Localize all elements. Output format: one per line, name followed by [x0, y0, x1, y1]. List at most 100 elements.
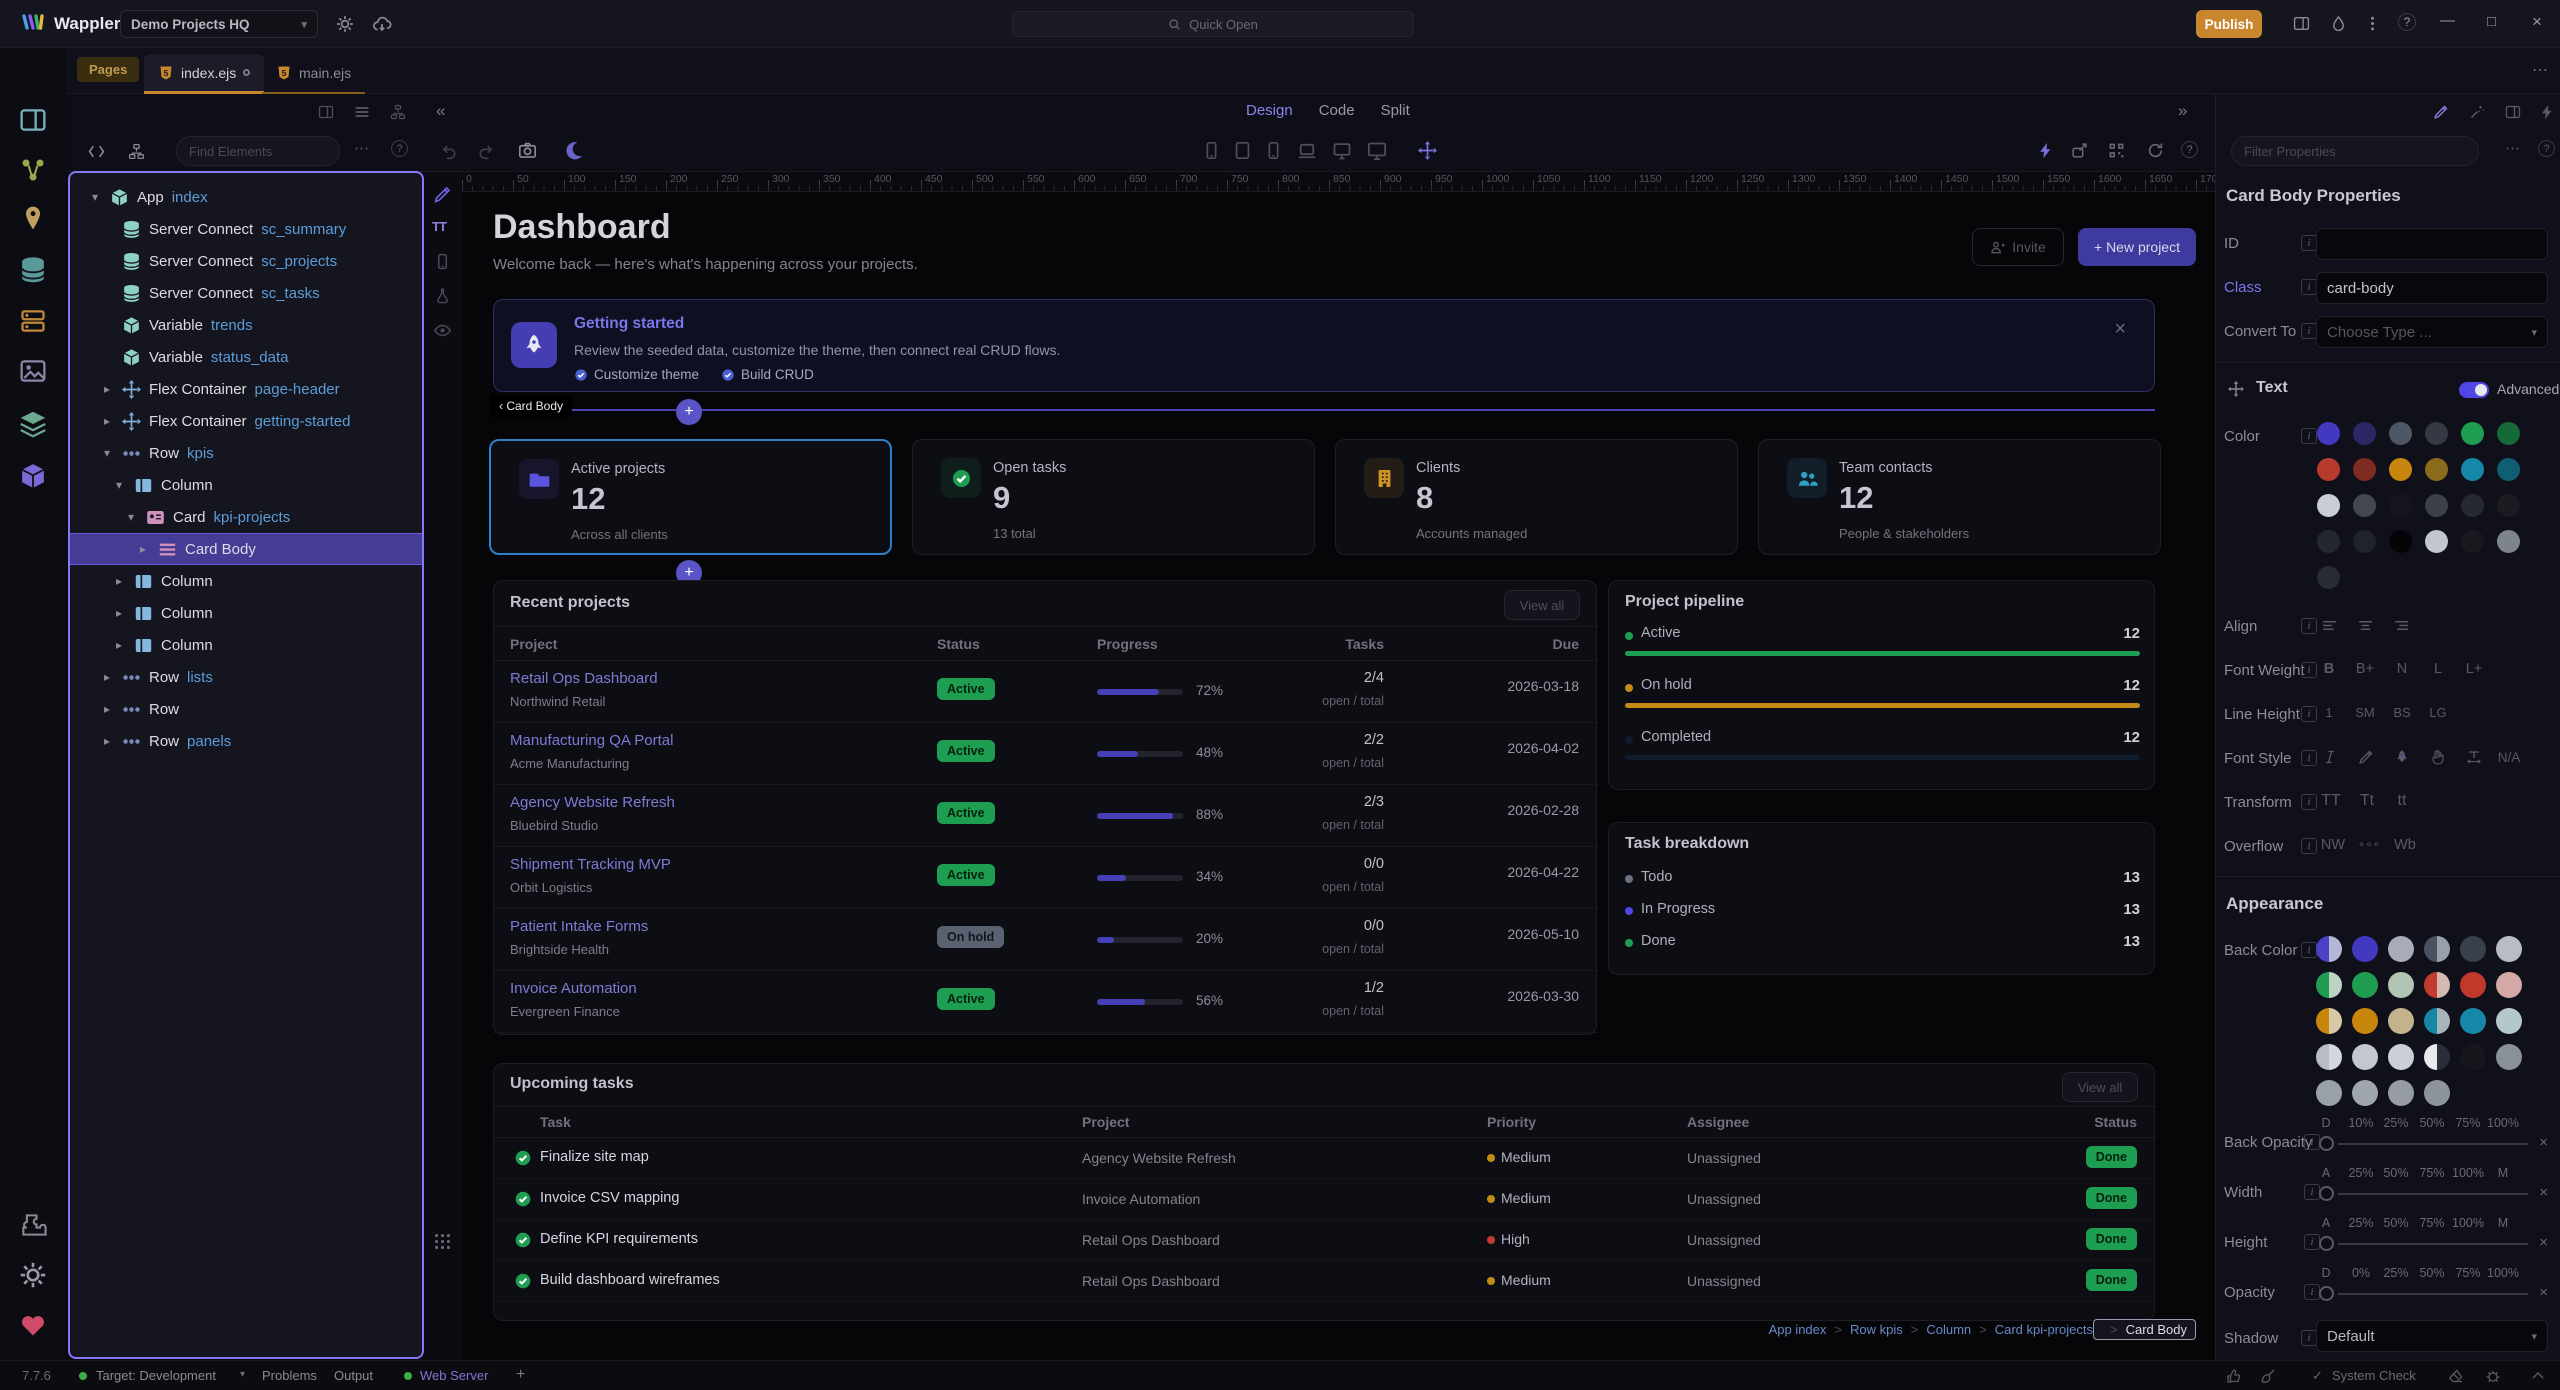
- project-name-link[interactable]: Shipment Tracking MVP: [510, 856, 671, 873]
- tree-expand-chevron-icon[interactable]: ▾: [112, 478, 126, 492]
- info-icon[interactable]: i: [2304, 1184, 2320, 1200]
- design-canvas[interactable]: Dashboard Welcome back — here's what's h…: [462, 192, 2215, 1360]
- kpi-card[interactable]: Open tasks 9 13 total: [912, 439, 1315, 555]
- tree-item[interactable]: ▸ Row lists: [70, 661, 422, 693]
- back-color-swatch[interactable]: [2388, 972, 2414, 998]
- hand-icon[interactable]: [2430, 749, 2446, 765]
- tree-item[interactable]: ▾ Column: [70, 469, 422, 501]
- panel-tab-list-icon[interactable]: [354, 104, 370, 120]
- pins-panel-icon[interactable]: [19, 204, 47, 232]
- back-color-swatch[interactable]: [2316, 936, 2342, 962]
- transform-capitalize[interactable]: Tt: [2360, 792, 2374, 810]
- structure-board-icon[interactable]: [128, 143, 145, 160]
- task-row[interactable]: Finalize site map Agency Website Refresh…: [494, 1138, 2156, 1179]
- color-swatch[interactable]: [2461, 458, 2484, 481]
- task-check-icon[interactable]: [514, 1272, 532, 1290]
- tree-item[interactable]: ▸ Row: [70, 693, 422, 725]
- project-row[interactable]: Manufacturing QA Portal Acme Manufacturi…: [494, 723, 1598, 785]
- app-connect-bolt-icon[interactable]: [2037, 142, 2054, 159]
- edit-mode-pencil-icon[interactable]: [2433, 104, 2449, 120]
- database-panel-icon[interactable]: [19, 256, 47, 284]
- height-slider[interactable]: [2319, 1236, 2334, 1251]
- settings-gear-icon[interactable]: [19, 1261, 47, 1289]
- advanced-toggle[interactable]: [2459, 382, 2489, 398]
- tree-item[interactable]: ▸ Column: [70, 597, 422, 629]
- color-swatch[interactable]: [2497, 458, 2520, 481]
- project-row[interactable]: Patient Intake Forms Brightside Health O…: [494, 909, 1598, 971]
- back-color-swatch[interactable]: [2496, 936, 2522, 962]
- back-color-swatch[interactable]: [2424, 1044, 2450, 1070]
- transform-lowercase[interactable]: tt: [2398, 792, 2407, 810]
- redo-icon[interactable]: [477, 142, 495, 160]
- info-icon[interactable]: i: [2304, 1234, 2320, 1250]
- color-swatch[interactable]: [2461, 494, 2484, 517]
- cleanup-broom-icon[interactable]: [2260, 1368, 2276, 1384]
- back-color-swatch[interactable]: [2460, 1008, 2486, 1034]
- find-elements-input[interactable]: [176, 136, 340, 166]
- line-height-bs[interactable]: BS: [2393, 705, 2410, 720]
- font-style-na[interactable]: N/A: [2498, 750, 2521, 765]
- add-target-button[interactable]: +: [516, 1366, 525, 1384]
- panel-tab-split-icon[interactable]: [318, 104, 334, 120]
- align-left-icon[interactable]: [2321, 617, 2338, 634]
- color-swatch[interactable]: [2353, 422, 2376, 445]
- color-swatch[interactable]: [2497, 530, 2520, 553]
- tree-expand-chevron-icon[interactable]: ▸: [100, 382, 114, 396]
- info-icon[interactable]: i: [2301, 279, 2317, 295]
- pages-panel-icon[interactable]: [19, 106, 47, 134]
- color-swatch[interactable]: [2497, 494, 2520, 517]
- color-swatch[interactable]: [2461, 422, 2484, 445]
- support-heart-icon[interactable]: [19, 1311, 47, 1339]
- color-swatch[interactable]: [2389, 530, 2412, 553]
- color-swatch[interactable]: [2425, 422, 2448, 445]
- tree-item[interactable]: Server Connect sc_tasks: [70, 277, 422, 309]
- back-color-swatch[interactable]: [2352, 1008, 2378, 1034]
- italic-icon[interactable]: [2322, 749, 2338, 765]
- font-weight-bolder[interactable]: B+: [2356, 661, 2374, 677]
- tree-expand-chevron-icon[interactable]: ▾: [124, 510, 138, 524]
- feedback-thumb-icon[interactable]: [2226, 1368, 2242, 1384]
- tree-expand-chevron-icon[interactable]: ▸: [112, 574, 126, 588]
- tree-expand-chevron-icon[interactable]: ▸: [136, 542, 150, 556]
- back-color-swatch[interactable]: [2316, 1080, 2342, 1106]
- color-swatch[interactable]: [2425, 530, 2448, 553]
- clear-opacity-icon[interactable]: ×: [2539, 1284, 2548, 1301]
- tree-item[interactable]: Server Connect sc_summary: [70, 213, 422, 245]
- tree-item[interactable]: ▸ Row panels: [70, 725, 422, 757]
- pages-panel-badge[interactable]: Pages: [77, 57, 139, 82]
- kpi-card[interactable]: Clients 8 Accounts managed: [1335, 439, 1738, 555]
- tree-expand-chevron-icon[interactable]: ▸: [112, 638, 126, 652]
- color-swatch[interactable]: [2317, 494, 2340, 517]
- overflow-ellipsis[interactable]: ∘∘∘: [2358, 837, 2381, 851]
- cloud-sync-icon[interactable]: [372, 14, 392, 34]
- problems-button[interactable]: Problems: [262, 1368, 317, 1383]
- tree-item[interactable]: ▾ Row kpis: [70, 437, 422, 469]
- panel-tab-tree-icon[interactable]: [390, 104, 406, 120]
- font-weight-light[interactable]: L: [2434, 661, 2442, 677]
- color-swatch[interactable]: [2389, 494, 2412, 517]
- tree-expand-chevron-icon[interactable]: ▾: [88, 190, 102, 204]
- device-tablet-icon[interactable]: [1264, 141, 1283, 160]
- info-icon[interactable]: i: [2304, 1134, 2320, 1150]
- back-color-swatch[interactable]: [2316, 972, 2342, 998]
- task-row[interactable]: Build dashboard wireframes Retail Ops Da…: [494, 1261, 2156, 1302]
- breadcrumb-item[interactable]: App index: [1769, 1322, 1827, 1337]
- tree-item[interactable]: ▾ Card kpi-projects: [70, 501, 422, 533]
- clear-width-icon[interactable]: ×: [2539, 1184, 2548, 1201]
- project-name-link[interactable]: Retail Ops Dashboard: [510, 670, 658, 687]
- task-check-icon[interactable]: [514, 1231, 532, 1249]
- publish-button[interactable]: Publish: [2196, 10, 2262, 38]
- chevron-up-icon[interactable]: [2530, 1368, 2546, 1384]
- line-height-1[interactable]: 1: [2325, 705, 2332, 720]
- window-maximize-button[interactable]: □: [2487, 13, 2496, 30]
- clear-height-icon[interactable]: ×: [2539, 1234, 2548, 1251]
- tree-item[interactable]: ▸ Flex Container getting-started: [70, 405, 422, 437]
- tab-code[interactable]: Code: [1319, 102, 1355, 119]
- shadow-select[interactable]: Default ▾: [2316, 1320, 2548, 1352]
- rocket-style-icon[interactable]: [2394, 749, 2410, 765]
- color-swatch[interactable]: [2389, 422, 2412, 445]
- more-menu-kebab-icon[interactable]: [2364, 15, 2381, 32]
- font-weight-bold[interactable]: B: [2324, 661, 2334, 677]
- info-icon[interactable]: i: [2301, 1330, 2317, 1346]
- color-swatch[interactable]: [2353, 530, 2376, 553]
